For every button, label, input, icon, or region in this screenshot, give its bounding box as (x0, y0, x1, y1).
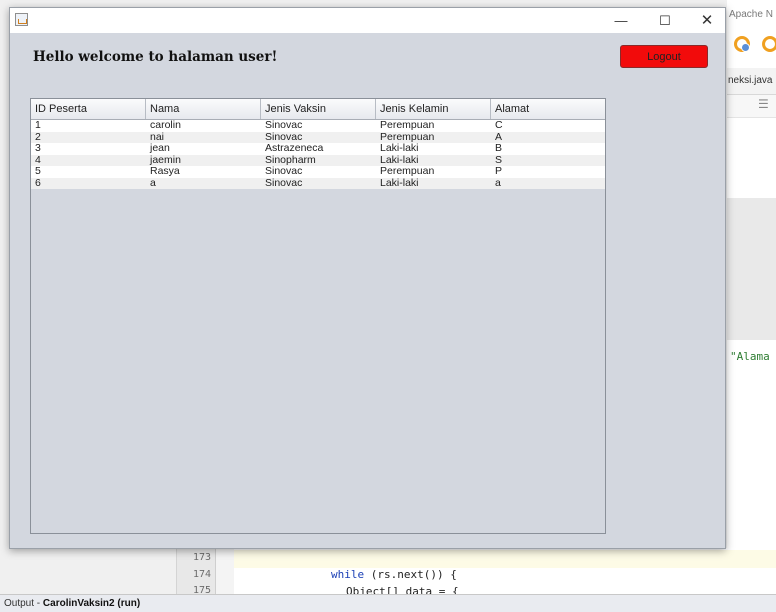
cell-jenis-kelamin[interactable]: Laki-laki (376, 155, 491, 167)
cell-nama[interactable]: nai (146, 132, 261, 144)
ide-output-label[interactable]: Output - CarolinVaksin2 (run) (4, 598, 140, 609)
maximize-button[interactable]: ☐ (650, 11, 680, 31)
profile-icon[interactable] (762, 36, 776, 52)
ide-window-title: Apache N (729, 9, 773, 20)
cell-alamat[interactable]: C (491, 120, 605, 132)
table-body: 1 carolin Sinovac Perempuan C 2 nai Sino… (31, 120, 605, 189)
welcome-heading: Hello welcome to halaman user! (33, 49, 278, 65)
table-header: ID Peserta Nama Jenis Vaksin Jenis Kelam… (31, 99, 605, 120)
column-header-id[interactable]: ID Peserta (31, 99, 146, 119)
cell-jenis-vaksin[interactable]: Sinovac (261, 166, 376, 178)
cell-id[interactable]: 5 (31, 166, 146, 178)
cell-id[interactable]: 3 (31, 143, 146, 155)
java-app-icon (15, 13, 28, 26)
cell-nama[interactable]: jaemin (146, 155, 261, 167)
cell-alamat[interactable]: B (491, 143, 605, 155)
cell-jenis-kelamin[interactable]: Perempuan (376, 120, 491, 132)
output-prefix: Output - (4, 598, 43, 609)
cell-id[interactable]: 4 (31, 155, 146, 167)
cell-alamat[interactable]: P (491, 166, 605, 178)
profile-project-icon[interactable] (734, 36, 750, 52)
table-row[interactable]: 6 a Sinovac Laki-laki a (31, 177, 605, 190)
column-header-jenis-kelamin[interactable]: Jenis Kelamin (376, 99, 491, 119)
column-header-jenis-vaksin[interactable]: Jenis Vaksin (261, 99, 376, 119)
column-header-nama[interactable]: Nama (146, 99, 261, 119)
column-header-alamat[interactable]: Alamat (491, 99, 605, 119)
cell-alamat[interactable]: S (491, 155, 605, 167)
cell-jenis-kelamin[interactable]: Perempuan (376, 132, 491, 144)
cell-id[interactable]: 2 (31, 132, 146, 144)
ide-navigator-pane (0, 548, 177, 594)
table-row[interactable]: 5 Rasya Sinovac Perempuan P (31, 166, 605, 178)
toolbar-lines-icon[interactable]: ☰ (758, 97, 769, 111)
cell-nama[interactable]: jean (146, 143, 261, 155)
line-number: 173 (192, 552, 211, 563)
code-rest: (rs.next()) { (364, 568, 457, 581)
cell-alamat[interactable]: a (491, 178, 605, 190)
ide-code-highlight (727, 198, 776, 340)
cell-jenis-kelamin[interactable]: Laki-laki (376, 178, 491, 190)
cell-jenis-vaksin[interactable]: Sinovac (261, 178, 376, 190)
window-titlebar[interactable]: — ☐ ✕ (10, 8, 725, 33)
code-keyword: while (331, 568, 365, 581)
table-row[interactable]: 1 carolin Sinovac Perempuan C (31, 120, 605, 132)
ide-editor-tab[interactable]: neksi.java (728, 75, 772, 86)
participants-table: ID Peserta Nama Jenis Vaksin Jenis Kelam… (30, 98, 606, 534)
ide-fold-gutter (216, 548, 234, 594)
cell-id[interactable]: 1 (31, 120, 146, 132)
output-project: CarolinVaksin2 (run) (42, 598, 141, 609)
close-button[interactable]: ✕ (692, 11, 722, 31)
line-number: 174 (192, 569, 211, 580)
cell-id[interactable]: 6 (31, 178, 146, 190)
cell-jenis-vaksin[interactable]: Astrazeneca (261, 143, 376, 155)
table-row[interactable]: 2 nai Sinovac Perempuan A (31, 131, 605, 144)
table-row[interactable]: 4 jaemin Sinopharm Laki-laki S (31, 154, 605, 167)
ide-current-line (234, 550, 776, 568)
cell-alamat[interactable]: A (491, 132, 605, 144)
table-row[interactable]: 3 jean Astrazeneca Laki-laki B (31, 143, 605, 155)
cell-nama[interactable]: a (146, 178, 261, 190)
code-line[interactable]: while (rs.next()) { (331, 568, 457, 581)
cell-nama[interactable]: carolin (146, 120, 261, 132)
cell-jenis-vaksin[interactable]: Sinovac (261, 120, 376, 132)
ide-code-string: "Alama (730, 350, 770, 363)
user-window: — ☐ ✕ Hello welcome to halaman user! Log… (9, 7, 726, 549)
cell-nama[interactable]: Rasya (146, 166, 261, 178)
cell-jenis-vaksin[interactable]: Sinovac (261, 132, 376, 144)
cell-jenis-vaksin[interactable]: Sinopharm (261, 155, 376, 167)
minimize-button[interactable]: — (606, 11, 636, 31)
cell-jenis-kelamin[interactable]: Laki-laki (376, 143, 491, 155)
cell-jenis-kelamin[interactable]: Perempuan (376, 166, 491, 178)
logout-button[interactable]: Logout (620, 45, 708, 68)
